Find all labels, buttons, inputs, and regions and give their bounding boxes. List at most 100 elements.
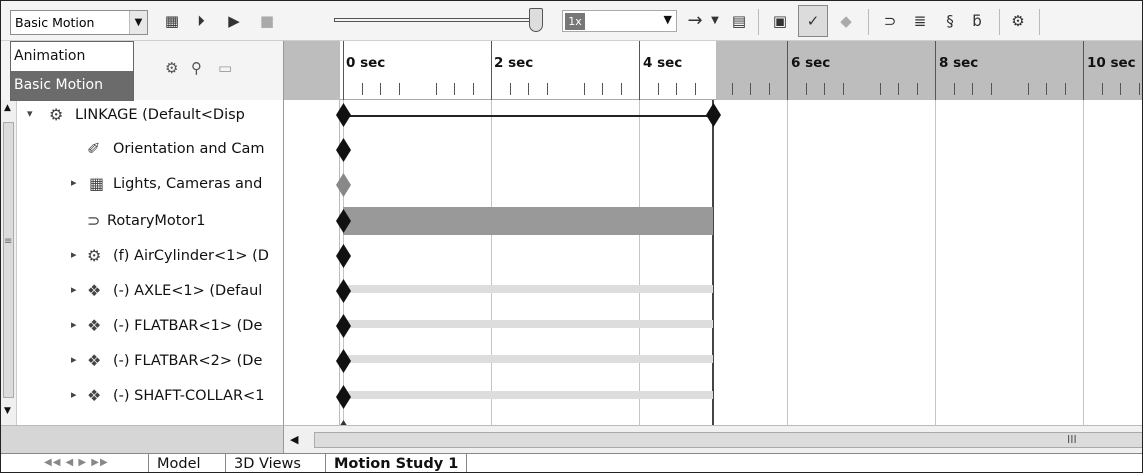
ruler-major-tick bbox=[491, 41, 492, 100]
ruler-major-tick bbox=[787, 41, 788, 100]
expand-icon[interactable]: ▸ bbox=[71, 248, 77, 261]
component-timeline-bar[interactable] bbox=[343, 355, 713, 364]
tick-label-2: 2 sec bbox=[494, 55, 534, 71]
expand-icon[interactable]: ▸ bbox=[71, 283, 77, 296]
tree-row-flatbar-2[interactable]: ▸ ❖ (-) FLATBAR<2> (De bbox=[17, 346, 283, 378]
animation-wizard-icon[interactable]: ▣ bbox=[769, 10, 791, 32]
gravity-icon[interactable]: ƃ bbox=[966, 10, 988, 32]
ruler-minor-tick bbox=[972, 83, 973, 95]
key-point[interactable] bbox=[706, 103, 721, 127]
ruler-minor-tick bbox=[620, 83, 622, 95]
key-point[interactable] bbox=[336, 279, 351, 303]
tick-label-6: 6 sec bbox=[791, 55, 831, 71]
motion-study-properties-icon[interactable]: ⚙ bbox=[1007, 10, 1029, 32]
timeline-area[interactable] bbox=[284, 100, 1142, 425]
playback-speed-select[interactable]: 1x ▼ bbox=[562, 10, 677, 32]
tree-row-orientation[interactable]: ✐ Orientation and Cam bbox=[17, 134, 283, 166]
add-update-key-icon[interactable]: ◆ bbox=[835, 10, 857, 32]
tree-row-axle[interactable]: ▸ ❖ (-) AXLE<1> (Defaul bbox=[17, 276, 283, 308]
tab-model[interactable]: Model bbox=[148, 454, 209, 472]
timeline-gridline bbox=[787, 100, 788, 425]
scroll-grip-icon: III bbox=[1067, 433, 1077, 446]
ruler-minor-tick bbox=[583, 83, 585, 95]
timeline-scroll-thumb[interactable]: III bbox=[314, 432, 1142, 448]
tab-3d-views[interactable]: 3D Views bbox=[225, 454, 309, 472]
tree-row-lights[interactable]: ▸ ▦ Lights, Cameras and bbox=[17, 169, 283, 201]
collapse-icon[interactable]: ▾ bbox=[27, 107, 33, 120]
motion-manager-window: Basic Motion ▼ ▦ ⏵ ▶ ■ 1x ▼ → ▼ ▤ ▣ ✓ ◆ … bbox=[0, 0, 1143, 473]
tree-row-rotary-motor[interactable]: ⊃ RotaryMotor1 bbox=[17, 206, 283, 238]
key-point[interactable] bbox=[336, 243, 351, 268]
tree-row-shaft-collar[interactable]: ▸ ❖ (-) SHAFT-COLLAR<1 bbox=[17, 381, 283, 413]
tree-row-linkage[interactable]: ▾ ⚙ LINKAGE (Default<Disp bbox=[17, 100, 283, 132]
scroll-down-icon[interactable]: ▼ bbox=[4, 406, 11, 416]
playback-slider-track[interactable] bbox=[334, 18, 542, 22]
study-type-value: Basic Motion bbox=[15, 15, 95, 30]
ruler-minor-tick bbox=[1138, 83, 1140, 95]
ruler-minor-tick bbox=[1046, 83, 1047, 95]
filter-animated-icon[interactable]: ⚙ bbox=[165, 59, 178, 77]
study-type-select[interactable]: Basic Motion ▼ bbox=[10, 10, 148, 35]
tab-motion-study-1[interactable]: Motion Study 1 bbox=[325, 454, 468, 472]
filter-driving-icon[interactable]: ⚲ bbox=[191, 59, 202, 77]
tree-row-label: LINKAGE (Default<Disp bbox=[75, 107, 245, 123]
key-point[interactable] bbox=[336, 384, 351, 409]
tree-row-flatbar-1[interactable]: ▸ ❖ (-) FLATBAR<1> (De bbox=[17, 311, 283, 343]
ruler-minor-tick bbox=[380, 83, 381, 95]
tick-label-0: 0 sec bbox=[346, 55, 386, 71]
playback-mode-icon[interactable]: → bbox=[684, 10, 706, 32]
filter-selected-icon[interactable]: ▭ bbox=[218, 59, 232, 77]
ruler-minor-tick bbox=[602, 83, 603, 95]
part-icon: ❖ bbox=[87, 386, 102, 405]
ruler-minor-tick bbox=[953, 83, 955, 95]
ruler-minor-tick bbox=[472, 83, 474, 95]
ruler-minor-tick bbox=[768, 83, 770, 95]
expand-icon[interactable]: ▸ bbox=[71, 318, 77, 331]
ruler-minor-tick bbox=[990, 83, 992, 95]
scroll-left-icon[interactable]: ◀ bbox=[290, 433, 298, 446]
menu-item-animation[interactable]: Animation bbox=[11, 42, 133, 71]
tree-row-label: Lights, Cameras and bbox=[113, 176, 263, 192]
menu-item-basic-motion[interactable]: Basic Motion bbox=[11, 71, 133, 100]
contact-icon[interactable]: § bbox=[939, 10, 961, 32]
ruler-minor-tick bbox=[509, 83, 511, 95]
ruler-minor-tick bbox=[731, 83, 733, 95]
tree-scroll-thumb[interactable] bbox=[3, 122, 14, 398]
assembly-icon: ⚙ bbox=[49, 105, 64, 124]
tree-vertical-scrollbar[interactable]: ▲ ≡ ▼ bbox=[1, 100, 17, 425]
component-timeline-bar[interactable] bbox=[343, 320, 713, 329]
chevron-down-icon[interactable]: ▼ bbox=[704, 10, 726, 32]
end-time-line[interactable] bbox=[712, 100, 714, 425]
tree-row-aircylinder[interactable]: ▸ ⚙ (f) AirCylinder<1> (D bbox=[17, 241, 283, 273]
play-icon[interactable]: ▶ bbox=[223, 10, 245, 32]
spring-icon[interactable]: ≣ bbox=[909, 10, 931, 32]
subassembly-icon: ⚙ bbox=[87, 246, 102, 265]
save-animation-icon[interactable]: ▤ bbox=[728, 10, 750, 32]
expand-icon[interactable]: ▸ bbox=[71, 388, 77, 401]
stop-icon[interactable]: ■ bbox=[256, 10, 278, 32]
expand-icon[interactable]: ▸ bbox=[71, 176, 77, 189]
key-point[interactable] bbox=[336, 173, 351, 198]
component-timeline-bar[interactable] bbox=[343, 285, 713, 293]
lights-folder-icon: ▦ bbox=[89, 174, 105, 193]
key-point[interactable] bbox=[336, 138, 351, 163]
calculator-icon[interactable]: ▦ bbox=[161, 10, 183, 32]
timeline-ruler[interactable]: 0 sec 2 sec 4 sec 6 sec 8 sec 10 sec bbox=[284, 41, 1142, 100]
component-timeline-bar[interactable] bbox=[343, 390, 713, 399]
linkage-key-line bbox=[343, 115, 713, 117]
expand-icon[interactable]: ▸ bbox=[71, 353, 77, 366]
play-from-start-icon[interactable]: ⏵ bbox=[190, 10, 212, 32]
key-point[interactable] bbox=[336, 208, 351, 233]
key-point[interactable] bbox=[336, 349, 351, 374]
motor-icon[interactable]: ⊃ bbox=[879, 10, 901, 32]
timeline-gridline bbox=[1083, 100, 1084, 425]
scroll-up-icon[interactable]: ▲ bbox=[4, 103, 11, 113]
autokey-icon[interactable]: ✓ bbox=[798, 5, 828, 37]
playback-slider-thumb[interactable] bbox=[529, 8, 543, 32]
tab-nav-arrows-icon[interactable]: ◀◀ ◀ ▶ ▶▶ bbox=[44, 457, 109, 468]
key-point[interactable] bbox=[336, 314, 351, 339]
timeline-horizontal-scrollbar[interactable]: ◀ III bbox=[284, 425, 1142, 453]
chevron-down-icon[interactable]: ▼ bbox=[129, 11, 147, 34]
motor-timeline-bar[interactable] bbox=[343, 206, 713, 235]
key-point[interactable] bbox=[336, 103, 351, 127]
